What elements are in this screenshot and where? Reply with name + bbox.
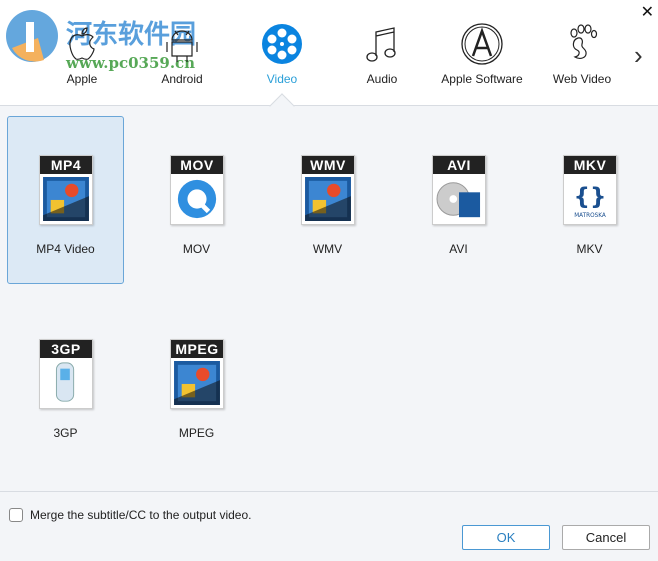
format-avi[interactable]: AVI AVI [400,116,517,284]
android-icon [166,30,198,62]
apple-icon [69,27,95,61]
svg-text:MATROSKA: MATROSKA [574,213,606,219]
format-3gp[interactable]: 3GP 3GP [7,300,124,468]
format-tag: MPEG [171,340,223,358]
tab-video[interactable]: Video [232,22,332,92]
format-name: WMV [312,242,343,256]
format-mkv[interactable]: MKV {} MATROSKA MKV [531,116,648,284]
format-artwork: {} MATROSKA [567,177,613,221]
mkv-file-icon: MKV {} MATROSKA [563,155,617,225]
format-artwork [305,177,351,221]
format-tag: AVI [433,156,485,174]
3gp-file-icon: 3GP [39,339,93,409]
merge-subtitle-checkbox[interactable] [9,508,23,522]
music-note-icon [366,27,396,62]
divider [0,491,658,492]
tab-apple[interactable]: Apple [32,22,132,92]
format-artwork [436,177,482,221]
tab-audio[interactable]: Audio [332,22,432,92]
wmv-file-icon: WMV [301,155,355,225]
tab-android[interactable]: Android [132,22,232,92]
format-tag: MKV [564,156,616,174]
format-mp4[interactable]: MP4 MP4 Video [7,116,124,284]
mpeg-file-icon: MPEG [170,339,224,409]
format-artwork [43,361,89,405]
ok-button[interactable]: OK [462,525,550,550]
format-wmv[interactable]: WMV WMV [269,116,386,284]
film-reel-icon [262,24,302,64]
format-name: MOV [182,242,211,256]
format-mpeg[interactable]: MPEG MPEG [138,300,255,468]
format-artwork [174,361,220,405]
category-bar: 河东软件园 www.pc0359.cn Apple Android Video … [0,0,658,106]
format-tag: WMV [302,156,354,174]
format-name: MP4 Video [36,242,95,256]
svg-text:{}: {} [574,184,607,210]
cancel-button[interactable]: Cancel [562,525,650,550]
format-artwork [43,177,89,221]
format-name: AVI [449,242,468,256]
merge-subtitle-label: Merge the subtitle/CC to the output vide… [30,508,252,522]
close-icon[interactable]: ✕ [641,2,654,22]
format-tag: MOV [171,156,223,174]
next-arrow-icon[interactable]: › [634,40,643,71]
format-name: 3GP [53,426,78,440]
avi-file-icon: AVI [432,155,486,225]
format-name: MPEG [178,426,215,440]
foot-icon [570,24,598,59]
tab-apple-software[interactable]: Apple Software [432,22,532,92]
format-artwork [174,177,220,221]
format-tag: MP4 [40,156,92,174]
format-mov[interactable]: MOV MOV [138,116,255,284]
format-tag: 3GP [40,340,92,358]
mp4-file-icon: MP4 [39,155,93,225]
mov-file-icon: MOV [170,155,224,225]
app-store-icon [461,23,503,65]
format-name: MKV [576,242,603,256]
tab-web-video[interactable]: Web Video [532,22,632,92]
